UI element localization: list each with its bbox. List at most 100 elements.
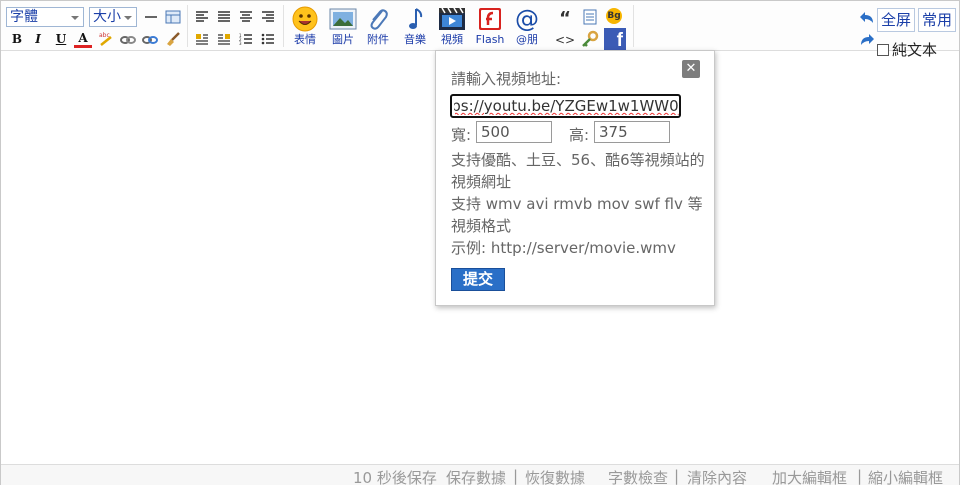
code-button[interactable]: <> (554, 31, 576, 49)
key-icon (582, 30, 599, 47)
common-button-label: 常用 (921, 11, 952, 29)
redo-icon (861, 34, 874, 45)
svg-text:3: 3 (239, 41, 242, 45)
image-button-label: 圖片 (332, 33, 354, 46)
dialog-title: 請輸入視頻地址: (451, 70, 562, 88)
ordered-list-icon: 123 (239, 33, 252, 45)
bold-button[interactable]: B (8, 30, 26, 48)
page-icon (583, 9, 597, 25)
spellcheck-button[interactable]: abc (97, 30, 115, 48)
unlink-button[interactable] (141, 30, 159, 48)
music-note-icon (409, 8, 423, 29)
flash-icon (479, 8, 501, 30)
italic-button[interactable]: I (29, 30, 47, 48)
facebook-icon: f (604, 28, 626, 51)
chevron-down-icon (71, 16, 79, 20)
width-label: 寬: (451, 126, 472, 144)
fullscreen-button[interactable]: 全屏 (877, 8, 915, 32)
submit-button[interactable]: 提交 (451, 268, 505, 291)
rich-text-editor: 字體 大小 B I U A abc 1 2 3 表情 圖片 附件 音樂 視頻 F… (0, 0, 960, 487)
toolbar-separator (633, 5, 634, 47)
link-icon (120, 36, 136, 44)
spellcheck-icon: abc (99, 32, 112, 46)
align-center-button[interactable] (215, 8, 233, 26)
insert-page-button[interactable] (581, 8, 599, 26)
statusbar-separator: | (513, 467, 519, 485)
smiley-icon (292, 6, 318, 32)
undo-icon (860, 12, 873, 23)
unordered-list-button[interactable] (259, 30, 277, 48)
horizontal-rule-icon (145, 16, 157, 18)
clear-format-button[interactable] (164, 30, 182, 48)
emoji-button[interactable]: 表情 (286, 6, 324, 50)
font-family-select-value: 字體 (10, 9, 38, 25)
float-right-icon (218, 34, 230, 45)
font-color-icon: A (78, 30, 88, 45)
align-middle-button[interactable] (237, 8, 255, 26)
font-family-select[interactable]: 字體 (6, 7, 84, 27)
film-icon (439, 7, 465, 30)
background-button[interactable]: Bg (605, 7, 623, 25)
editor-toolbar: 字體 大小 B I U A abc 1 2 3 表情 圖片 附件 音樂 視頻 F… (1, 1, 959, 59)
quote-button[interactable]: “ (556, 7, 574, 29)
close-icon: ✕ (685, 61, 697, 76)
align-left-icon (196, 11, 208, 22)
underline-icon: U (55, 32, 67, 46)
undo-button[interactable] (858, 9, 876, 27)
unordered-list-icon (261, 33, 274, 45)
table-button[interactable] (164, 8, 182, 26)
supported-formats-text: 支持 wmv avi rmvb mov swf flv 等視頻格式 (451, 195, 703, 235)
video-button[interactable]: 視頻 (433, 6, 471, 50)
video-height-input[interactable] (594, 121, 670, 143)
font-size-select[interactable]: 大小 (89, 7, 137, 27)
insert-video-dialog: ✕ 請輸入視頻地址: 寬: 高: 支持優酷、土豆、56、酷6等視頻站的視頻網址 … (435, 50, 715, 306)
align-right-button[interactable] (259, 8, 277, 26)
toolbar-separator (283, 5, 284, 47)
statusbar-separator: | (857, 467, 863, 485)
horizontal-rule-button[interactable] (142, 8, 160, 26)
emoji-button-label: 表情 (294, 33, 316, 46)
image-button[interactable]: 圖片 (324, 6, 362, 50)
chevron-down-icon (124, 16, 132, 20)
font-color-button[interactable]: A (74, 30, 92, 48)
image-icon (329, 8, 357, 30)
float-left-button[interactable] (193, 30, 211, 48)
bg-badge-icon: Bg (606, 8, 622, 24)
at-sign-icon: @ (515, 5, 539, 33)
video-url-input[interactable] (450, 94, 681, 118)
paperclip-icon (370, 9, 388, 30)
redo-button[interactable] (858, 31, 876, 49)
link-button[interactable] (119, 30, 137, 48)
common-button[interactable]: 常用 (918, 8, 956, 32)
close-button[interactable]: ✕ (682, 60, 700, 78)
video-width-input[interactable] (476, 121, 552, 143)
attachment-button[interactable]: 附件 (359, 6, 397, 50)
example-text: 示例: http://server/movie.wmv (451, 239, 676, 257)
toolbar-separator (187, 5, 188, 47)
height-label: 高: (569, 126, 590, 144)
underline-button[interactable]: U (52, 30, 70, 48)
ordered-list-button[interactable]: 123 (237, 30, 255, 48)
attachment-button-label: 附件 (367, 33, 389, 46)
align-right-icon (262, 11, 274, 22)
video-button-label: 視頻 (441, 33, 463, 46)
bg-badge-label: Bg (607, 11, 621, 21)
align-justify-icon (218, 11, 230, 22)
align-left-button[interactable] (193, 8, 211, 26)
password-button[interactable] (581, 30, 599, 48)
music-button[interactable]: 音樂 (396, 6, 434, 50)
float-right-button[interactable] (215, 30, 233, 48)
supported-sites-text: 支持優酷、土豆、56、酷6等視頻站的視頻網址 (451, 151, 705, 191)
bold-icon: B (11, 32, 23, 46)
align-center-icon (240, 11, 252, 22)
mention-button-label: @朋 (516, 33, 538, 46)
flash-button-label: Flash (475, 33, 505, 46)
quote-icon: “ (559, 7, 571, 29)
mention-button[interactable]: @ @朋 (508, 6, 546, 50)
facebook-button[interactable]: f (604, 28, 626, 51)
flash-button[interactable]: Flash (471, 6, 509, 50)
code-icon: <> (554, 33, 576, 47)
font-size-select-value: 大小 (93, 9, 121, 25)
music-button-label: 音樂 (404, 33, 426, 46)
table-icon (165, 10, 181, 24)
